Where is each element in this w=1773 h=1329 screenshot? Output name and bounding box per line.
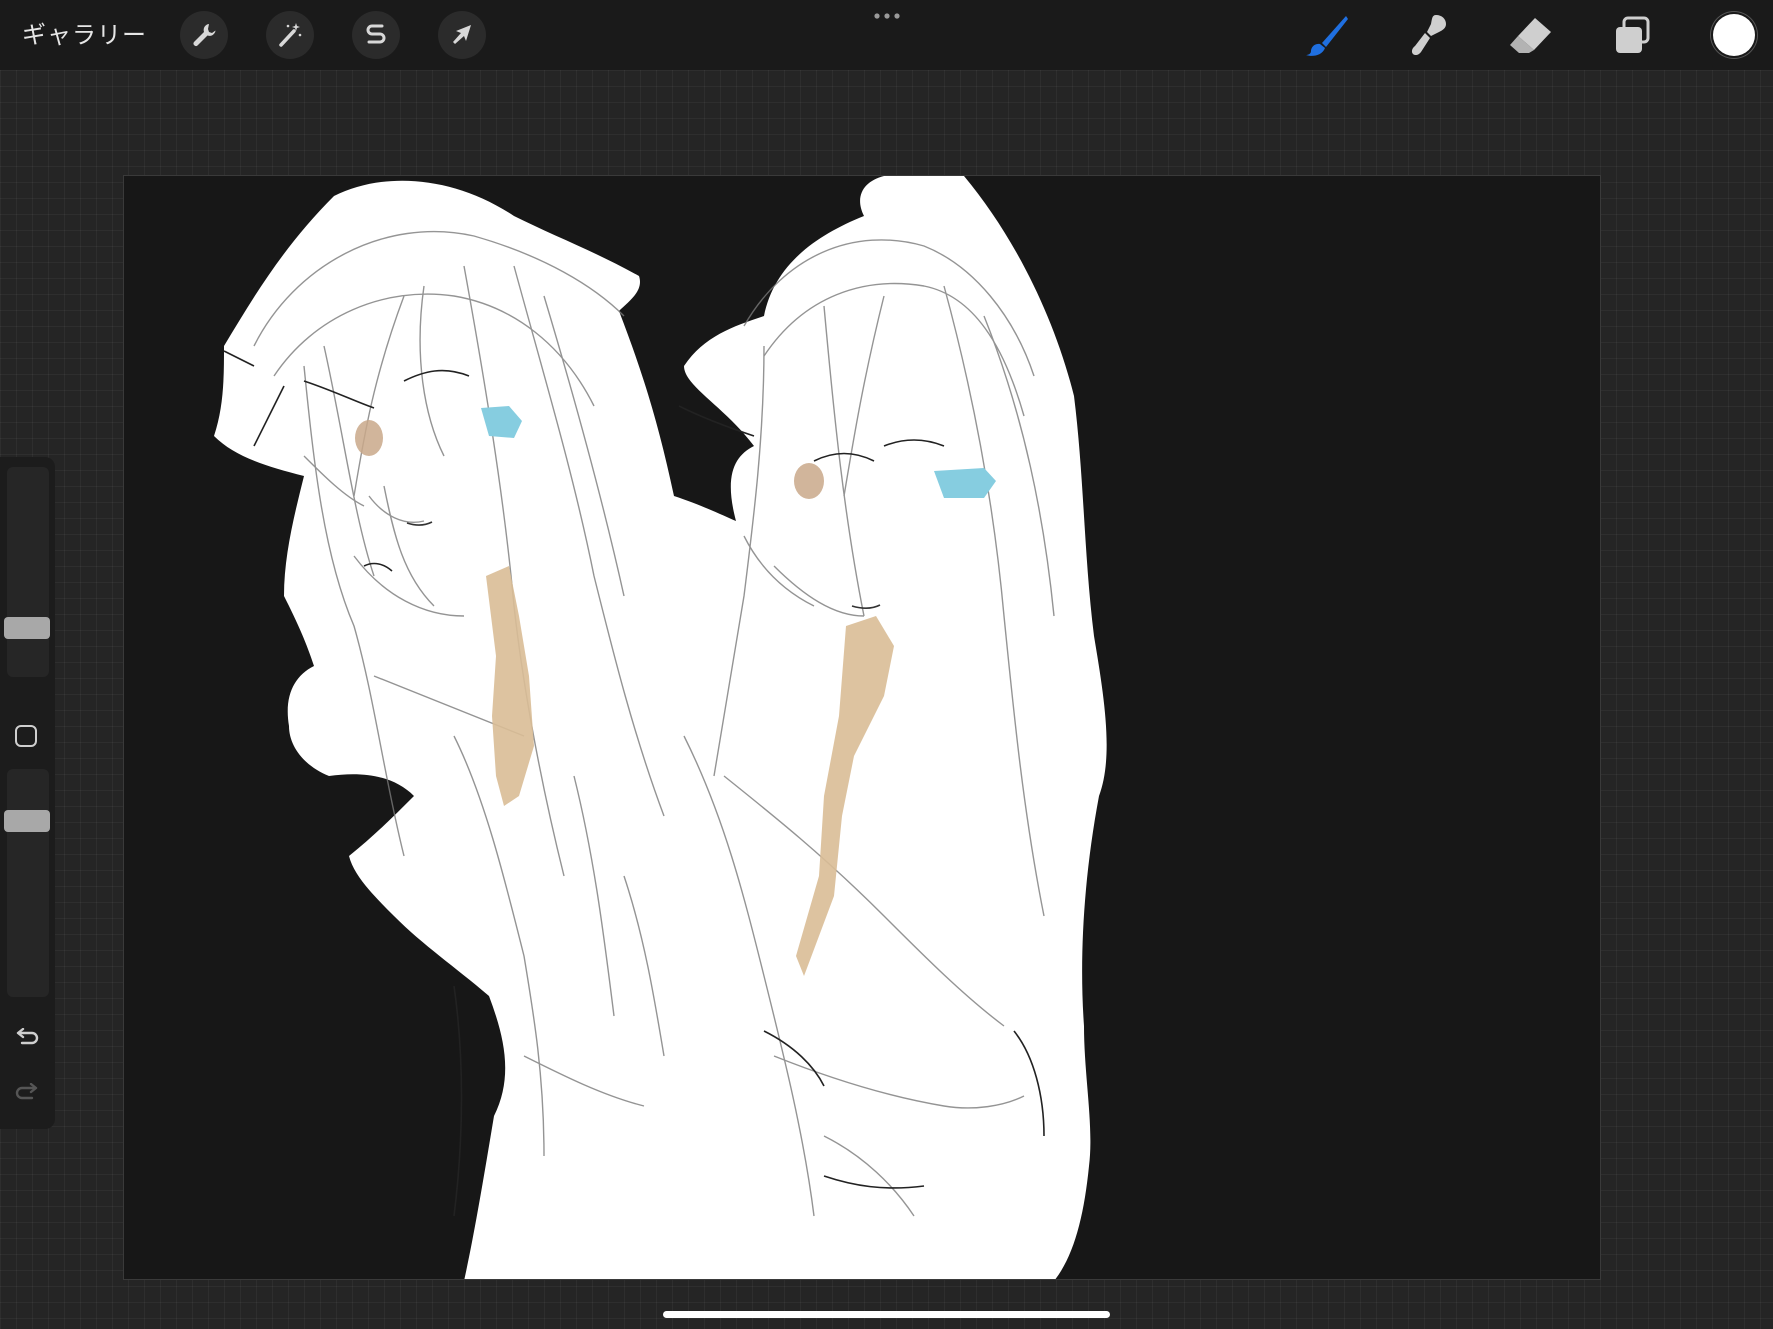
undo-button[interactable] xyxy=(10,1022,44,1054)
layers-button[interactable] xyxy=(1608,12,1656,58)
more-options-button[interactable] xyxy=(872,4,902,28)
smudge-icon xyxy=(1411,15,1446,56)
drawing-canvas[interactable] xyxy=(123,175,1601,1280)
eye-right-girl-brown xyxy=(794,463,824,499)
actions-button[interactable] xyxy=(180,11,228,59)
color-picker-button[interactable] xyxy=(1713,14,1755,56)
layers-icon xyxy=(1616,16,1650,53)
selection-button[interactable] xyxy=(352,11,400,59)
arrow-cursor-icon xyxy=(453,25,471,44)
wrench-icon xyxy=(193,24,216,46)
brush-icon xyxy=(1306,16,1348,56)
eye-right-girl-blue xyxy=(934,468,996,498)
top-toolbar: ギャラリー xyxy=(0,0,1773,70)
redo-button[interactable] xyxy=(10,1077,44,1109)
eraser-tool-button[interactable] xyxy=(1506,12,1554,58)
selection-s-icon xyxy=(366,24,386,44)
opacity-thumb[interactable] xyxy=(4,810,50,832)
eraser-icon xyxy=(1510,18,1551,53)
redo-icon xyxy=(15,1083,38,1100)
opacity-slider[interactable] xyxy=(4,769,50,997)
brush-size-slider[interactable] xyxy=(4,467,50,677)
brush-tool-button[interactable] xyxy=(1303,12,1351,58)
home-indicator[interactable] xyxy=(663,1311,1110,1318)
gallery-button[interactable]: ギャラリー xyxy=(22,16,147,54)
smudge-tool-button[interactable] xyxy=(1406,12,1454,58)
undo-icon xyxy=(16,1028,39,1045)
brush-size-thumb[interactable] xyxy=(4,617,50,639)
eye-left-girl-brown xyxy=(355,420,383,456)
left-sidebar xyxy=(0,457,55,1129)
transform-button[interactable] xyxy=(438,11,486,59)
ellipsis-icon xyxy=(874,13,900,19)
sketch-artwork xyxy=(214,176,1107,1279)
modify-button[interactable] xyxy=(15,725,37,747)
adjustments-button[interactable] xyxy=(266,11,314,59)
magic-wand-icon xyxy=(279,23,302,47)
white-fill-silhouette xyxy=(214,176,1107,1279)
